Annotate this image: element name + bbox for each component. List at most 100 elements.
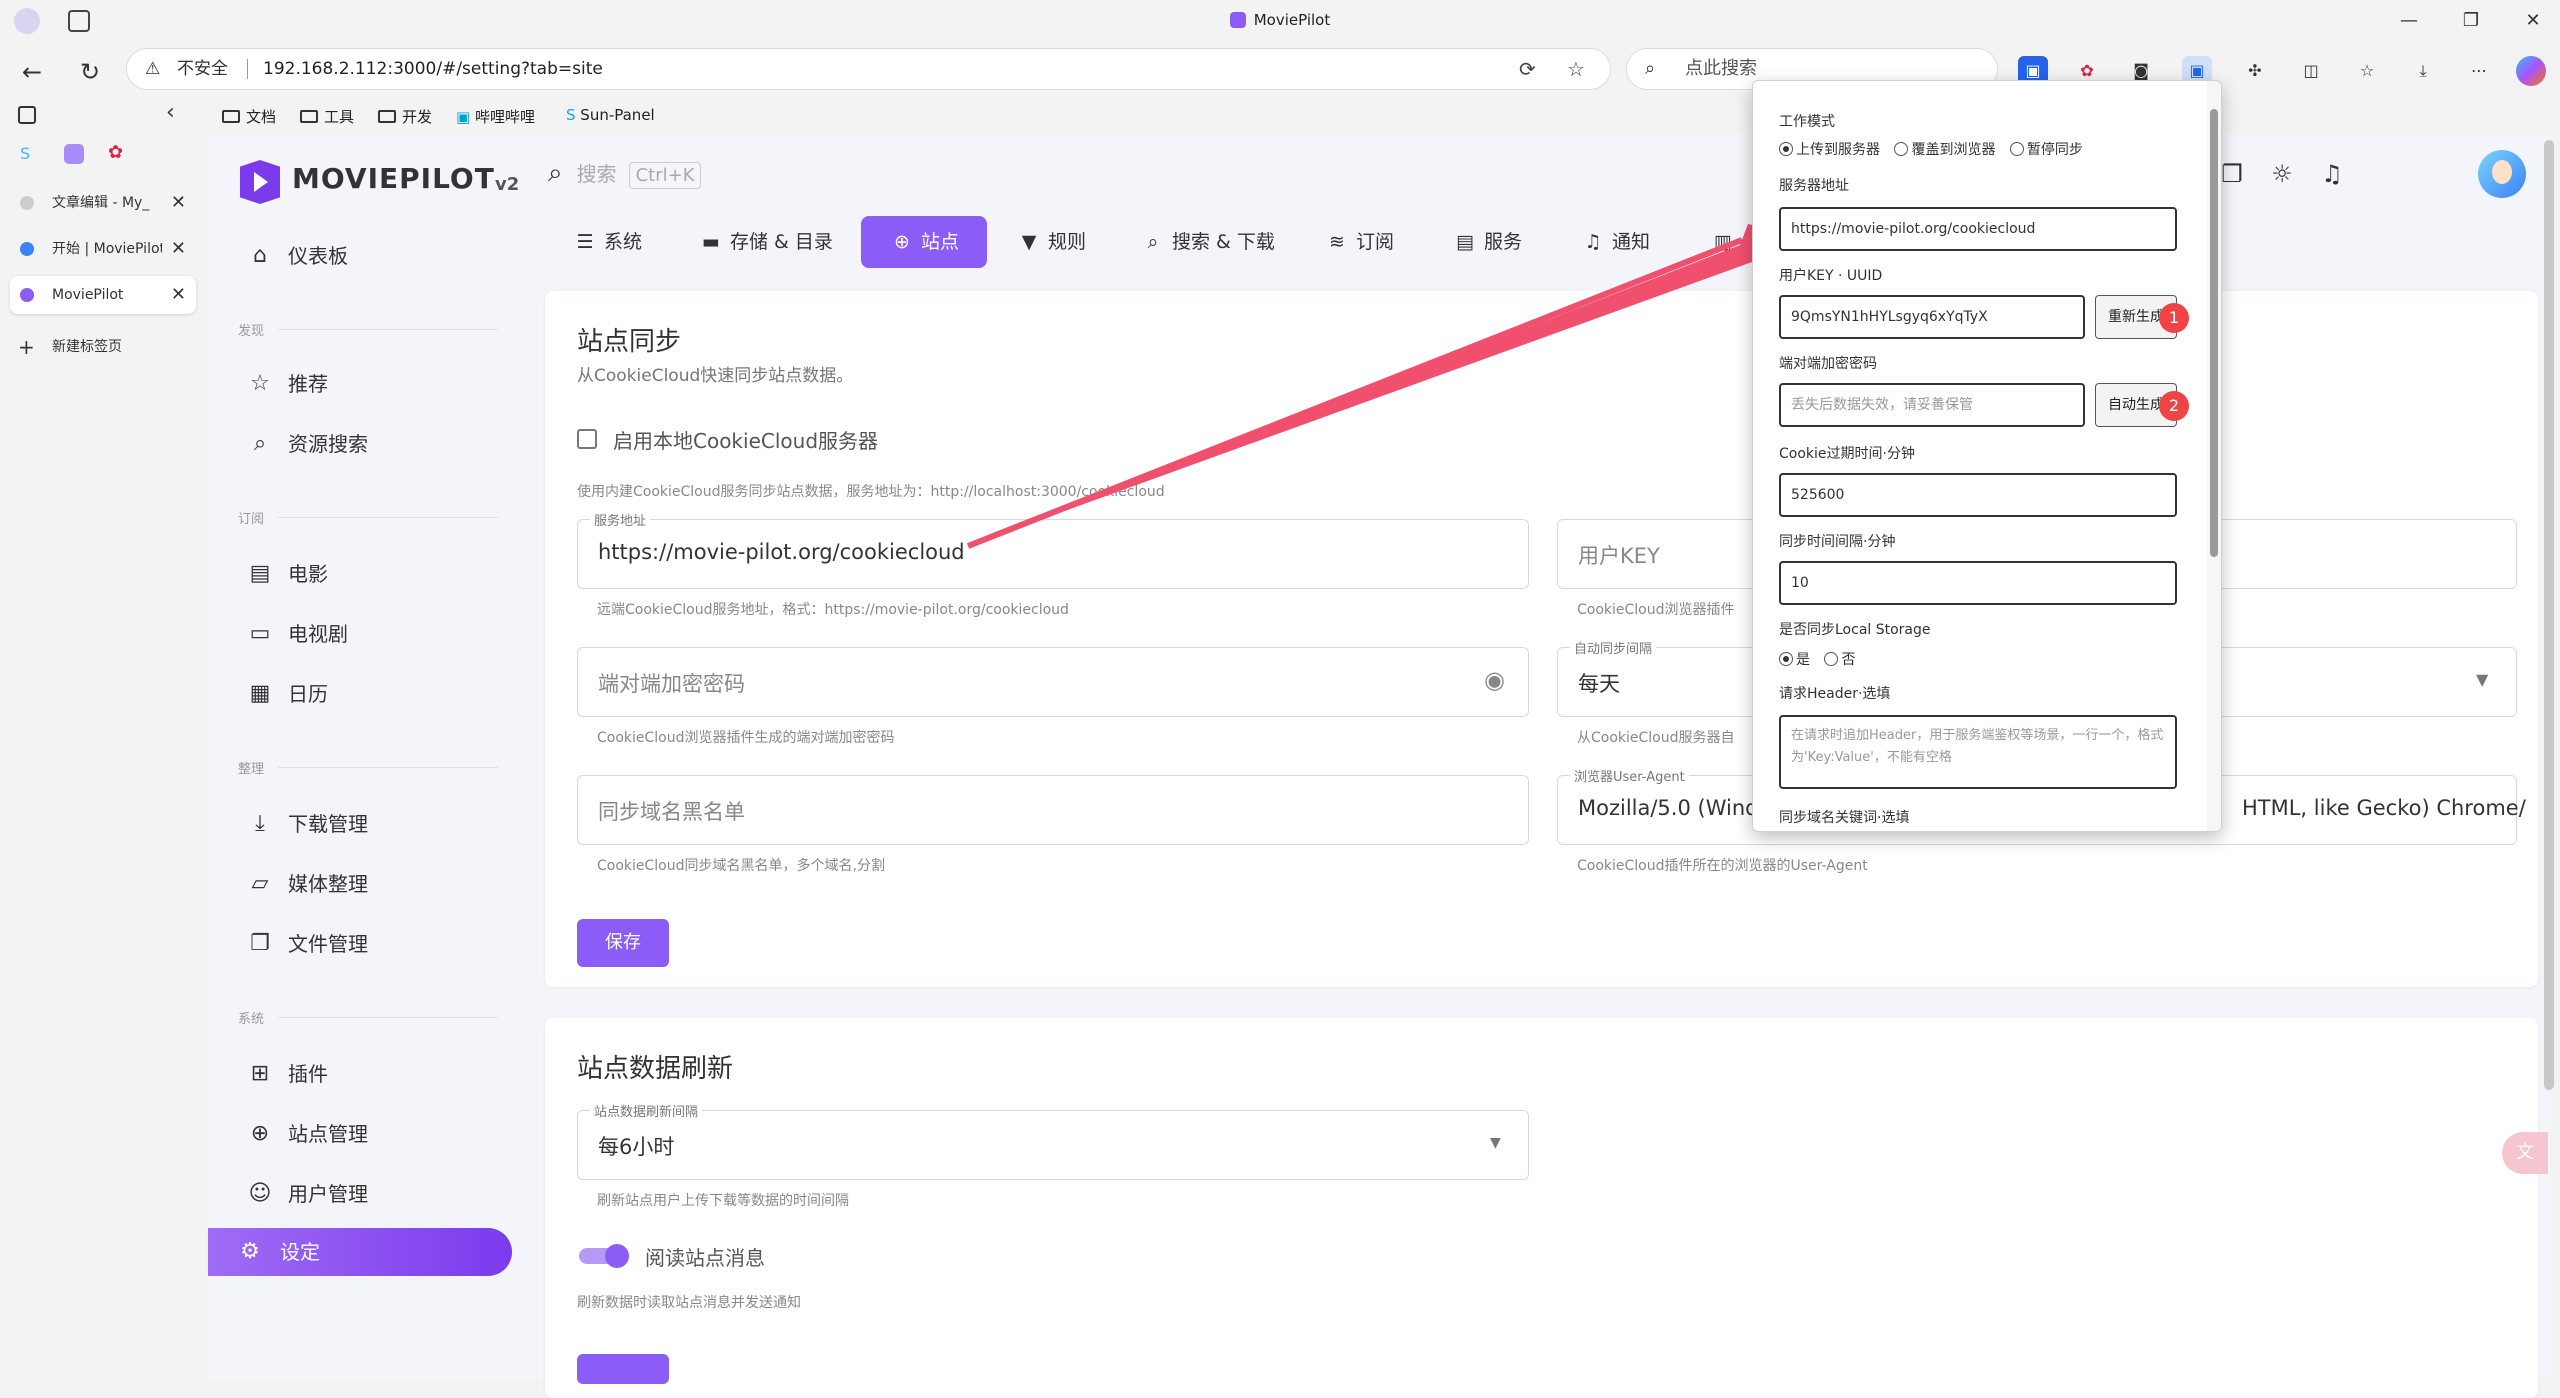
reload-icon[interactable]: ↻ [72,54,108,90]
close-tab-icon[interactable]: ✕ [171,276,186,314]
split-screen-icon[interactable]: ◫ [2296,56,2326,86]
sidebar-item-calendar[interactable]: ▦ 日历 [230,670,498,718]
mode-overwrite-radio[interactable]: 覆盖到浏览器 [1894,142,1995,158]
password-field[interactable]: 端对端加密密码 ◉ [577,647,1529,717]
globe-icon: ⊕ [894,231,910,253]
server-address-input[interactable]: https://movie-pilot.org/cookiecloud [1779,207,2177,251]
bookmark-docs[interactable]: 文档 [222,106,276,127]
pinned-c-icon[interactable]: ✿ [108,142,123,163]
favorite-star-icon[interactable]: ☆ [1567,49,1585,89]
section-title: 站点数据刷新 [577,1054,734,1084]
sun-panel-icon: S [566,106,581,124]
favorites-icon[interactable]: ☆ [2352,56,2382,86]
address-bar[interactable]: ⚠ 不安全 192.168.2.112:3000/#/setting?tab=s… [126,48,1611,90]
bookmark-sun-panel[interactable]: S Sun-Panel [566,106,655,124]
tab-rules[interactable]: ▼ 规则 [1016,216,1086,268]
sidebar-item-tv[interactable]: ▭ 电视剧 [230,610,498,658]
theme-icon[interactable]: ☼ [2264,156,2300,192]
server-address-field[interactable]: 服务地址 https://movie-pilot.org/cookiecloud [577,510,1529,589]
sidebar-item-settings[interactable]: ⚙ 设定 [208,1228,512,1276]
domain-blacklist-hint: CookieCloud同步域名黑名单，多个域名,分割 [597,858,885,874]
close-tab-icon[interactable]: ✕ [171,230,186,268]
sidebar-item-site-manager[interactable]: ⊕ 站点管理 [230,1110,498,1158]
bookmark-tools[interactable]: 工具 [300,106,354,127]
bell-icon[interactable]: ♫ [2314,156,2350,192]
refresh-interval-select[interactable]: 站点数据刷新间隔 每6小时 ▼ [577,1101,1529,1180]
tab-site[interactable]: ⊕ 站点 [861,216,988,268]
eye-icon[interactable]: ◉ [1484,666,1505,694]
minimize-icon[interactable]: — [2394,8,2424,34]
tab-moviepilot[interactable]: MoviePilot ✕ [10,276,196,314]
work-mode-label: 工作模式 [1779,114,1835,130]
sidebar-item-media-organize[interactable]: ▱ 媒体整理 [230,860,498,908]
tab-article-edit[interactable]: 文章编辑 - My_ ✕ [10,184,196,222]
close-icon[interactable]: ✕ [2518,8,2548,34]
uuid-input[interactable]: 9QmsYN1hHYLsgyq6xYqTyX [1779,295,2085,339]
user-avatar[interactable] [2478,150,2526,198]
local-storage-no-radio[interactable]: 否 [1824,652,1855,668]
bookmark-dev[interactable]: 开发 [378,106,432,127]
pinned-s-icon[interactable]: S [20,144,30,163]
sync-interval-input[interactable]: 10 [1779,561,2177,605]
sidebar-toggle-icon[interactable] [18,106,36,124]
sidebar-item-resource-search[interactable]: ⌕ 资源搜索 [230,420,498,468]
back-icon[interactable]: ← [14,54,50,90]
read-messages-toggle[interactable] [579,1244,629,1268]
new-tab-button[interactable]: + 新建标签页 [10,328,196,366]
user-agent-hint: CookieCloud插件所在的浏览器的User-Agent [1577,858,1868,874]
sidebar-item-user-manager[interactable]: ☺ 用户管理 [230,1170,498,1218]
refresh-page-icon[interactable]: ⟳ [1519,49,1536,89]
sync-interval-value: 每天 [1578,672,1620,696]
tab-service[interactable]: ▤ 服务 [1452,216,1522,268]
url-text[interactable]: 192.168.2.112:3000/#/setting?tab=site [263,49,603,89]
logo-text: MOVIEPILOT [292,162,495,195]
sidebar-item-file-manager[interactable]: ❐ 文件管理 [230,920,498,968]
sidebar-section-title: 订阅 [238,508,498,527]
sidebar-item-movies[interactable]: ▤ 电影 [230,550,498,598]
tab-system[interactable]: ☰ 系统 [572,216,642,268]
tab-more-icon[interactable]: ▥ [1710,216,1742,268]
mode-upload-radio[interactable]: 上传到服务器 [1779,142,1880,158]
domain-blacklist-field[interactable]: 同步域名黑名单 [577,775,1529,845]
close-tab-icon[interactable]: ✕ [171,184,186,222]
field-label: 服务地址 [590,510,651,529]
sidebar-item-recommend[interactable]: ☆ 推荐 [230,360,498,408]
server-address-value: https://movie-pilot.org/cookiecloud [598,540,965,564]
tab-storage[interactable]: ▬ 存储 & 目录 [698,216,833,268]
tab-search-download[interactable]: ⌕ 搜索 & 下载 [1140,216,1275,268]
copilot-icon[interactable] [2516,56,2546,86]
mode-pause-radio[interactable]: 暂停同步 [2009,142,2083,158]
downloads-icon[interactable]: ⤓ [2408,56,2438,86]
app-search[interactable]: ⌕ 搜索 Ctrl+K [548,158,702,189]
page-scrollbar[interactable] [2544,140,2554,1090]
plus-icon: + [18,335,35,359]
header-textarea[interactable]: 在请求时追加Header，用于服务端鉴权等场景，一行一个，格式为'Key:Val… [1779,715,2177,789]
tab-moviepilot-start[interactable]: 开始 | MoviePilot ✕ [10,230,196,268]
translate-icon[interactable]: 文 [2502,1132,2548,1174]
expire-input[interactable]: 525600 [1779,473,2177,517]
sidebar-section-title: 发现 [238,320,498,339]
local-server-checkbox[interactable] [577,429,597,449]
shortcut-hint: Ctrl+K [628,162,702,189]
maximize-icon[interactable]: ❐ [2456,8,2486,34]
sidebar-item-plugins[interactable]: ⊞ 插件 [230,1050,498,1098]
bookmark-bilibili[interactable]: ▣ 哔哩哔哩 [456,106,535,127]
extensions-icon[interactable]: ✣ [2240,56,2270,86]
collapse-tabs-icon[interactable]: ‹ [166,100,175,125]
tab-subscribe[interactable]: ≋ 订阅 [1324,216,1394,268]
refresh-interval-hint: 刷新站点用户上传下载等数据的时间间隔 [597,1193,849,1209]
tab-notify[interactable]: ♫ 通知 [1580,216,1650,268]
save-button[interactable]: 保存 [577,919,669,967]
sidebar-item-dashboard[interactable]: ⌂ 仪表板 [230,232,498,280]
user-agent-value-tail: HTML, like Gecko) Chrome/ [2242,796,2526,820]
gear-icon: ⚙ [240,1239,260,1264]
divider [247,59,248,79]
more-icon[interactable]: ⋯ [2464,56,2494,86]
sidebar-item-downloads[interactable]: ⤓ 下载管理 [230,800,498,848]
password-label: 端对端加密密码 [1779,356,1877,372]
bell-icon: ♫ [1584,231,1602,253]
pinned-b-icon[interactable] [64,144,84,164]
popup-scrollbar[interactable] [2207,81,2221,831]
local-storage-yes-radio[interactable]: 是 [1779,652,1810,668]
password-input[interactable]: 丢失后数据失效，请妥善保管 [1779,383,2085,427]
